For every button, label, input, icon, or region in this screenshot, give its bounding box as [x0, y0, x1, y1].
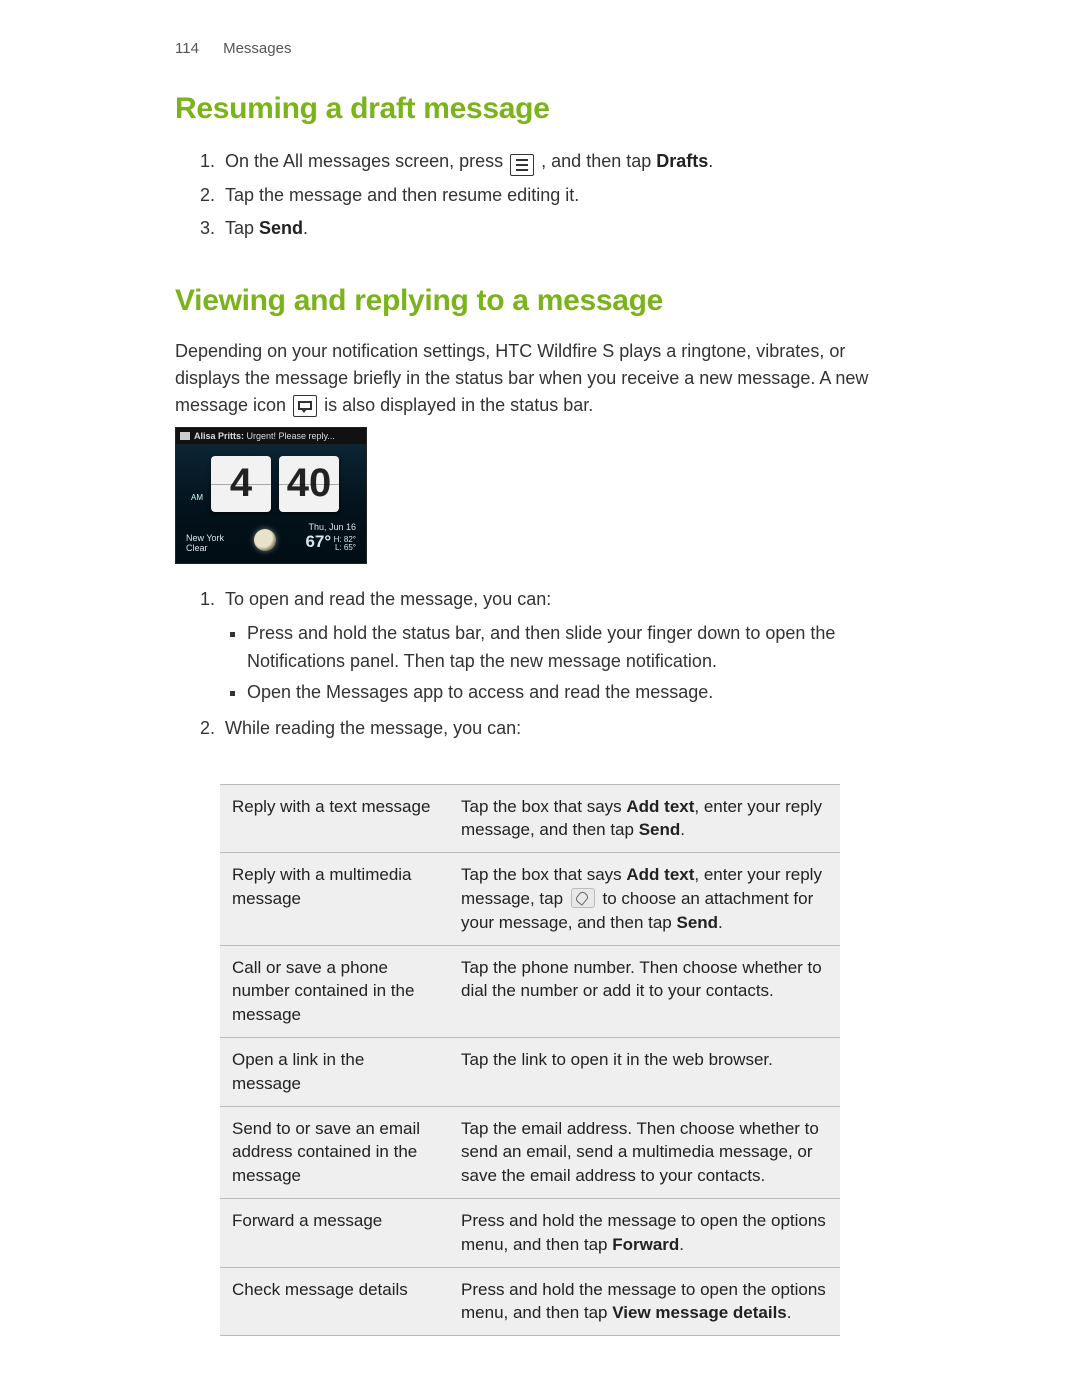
actions-table: Reply with a text message Tap the box th… [220, 784, 840, 1337]
page-number: 114 [175, 40, 199, 57]
action-desc: Press and hold the message to open the o… [449, 1199, 840, 1268]
new-message-icon [293, 395, 317, 417]
step-3: Tap Send. [220, 213, 905, 244]
action-desc: Tap the phone number. Then choose whethe… [449, 945, 840, 1037]
bullet-notifications: Press and hold the status bar, and then … [247, 620, 905, 676]
bullet-messages-app: Open the Messages app to access and read… [247, 679, 905, 707]
step-while-reading: While reading the message, you can: [220, 713, 905, 744]
page-header: 114 Messages [175, 40, 905, 57]
weather-city: New York Clear [186, 533, 224, 553]
weather-row: New York Clear Thu, Jun 16 67° H: 82° L:… [176, 512, 366, 559]
ampm-label: AM [191, 493, 203, 502]
phone-status-bar: Alisa Pritts: Urgent! Please reply... [176, 428, 366, 444]
heading-viewing-replying: Viewing and replying to a message [175, 284, 905, 318]
step-2: Tap the message and then resume editing … [220, 180, 905, 211]
step-1: On the All messages screen, press , and … [220, 146, 905, 177]
table-row: Check message details Press and hold the… [220, 1267, 840, 1336]
action-desc: Press and hold the message to open the o… [449, 1267, 840, 1336]
action-desc: Tap the email address. Then choose wheth… [449, 1106, 840, 1198]
clock-hour: 4 [211, 456, 271, 512]
document-page: 114 Messages Resuming a draft message On… [0, 0, 1080, 1397]
table-row: Reply with a multimedia message Tap the … [220, 853, 840, 945]
page-section: Messages [223, 40, 291, 57]
action-label: Reply with a multimedia message [220, 853, 449, 945]
action-label: Call or save a phone number contained in… [220, 945, 449, 1037]
open-read-bullets: Press and hold the status bar, and then … [225, 620, 905, 707]
action-label: Open a link in the message [220, 1038, 449, 1107]
heading-resuming-draft: Resuming a draft message [175, 92, 905, 126]
table-row: Send to or save an email address contain… [220, 1106, 840, 1198]
steps-viewing: To open and read the message, you can: P… [175, 584, 905, 744]
menu-icon [510, 154, 534, 176]
steps-resuming-draft: On the All messages screen, press , and … [175, 146, 905, 244]
action-label: Forward a message [220, 1199, 449, 1268]
table-row: Call or save a phone number contained in… [220, 945, 840, 1037]
status-msg-icon [180, 432, 190, 440]
action-desc: Tap the box that says Add text, enter yo… [449, 784, 840, 853]
action-desc: Tap the box that says Add text, enter yo… [449, 853, 840, 945]
table-row: Forward a message Press and hold the mes… [220, 1199, 840, 1268]
step-open-read: To open and read the message, you can: P… [220, 584, 905, 707]
clock-widget: AM 4 40 [176, 444, 366, 512]
action-desc: Tap the link to open it in the web brows… [449, 1038, 840, 1107]
action-label: Send to or save an email address contain… [220, 1106, 449, 1198]
intro-paragraph: Depending on your notification settings,… [175, 338, 905, 419]
table-row: Open a link in the message Tap the link … [220, 1038, 840, 1107]
attachment-icon [571, 888, 595, 908]
table-row: Reply with a text message Tap the box th… [220, 784, 840, 853]
clock-minute: 40 [279, 456, 339, 512]
phone-screenshot: Alisa Pritts: Urgent! Please reply... AM… [175, 427, 367, 564]
weather-temp: Thu, Jun 16 67° H: 82° L: 65° [305, 522, 356, 553]
moon-icon [254, 529, 276, 551]
action-label: Reply with a text message [220, 784, 449, 853]
action-label: Check message details [220, 1267, 449, 1336]
